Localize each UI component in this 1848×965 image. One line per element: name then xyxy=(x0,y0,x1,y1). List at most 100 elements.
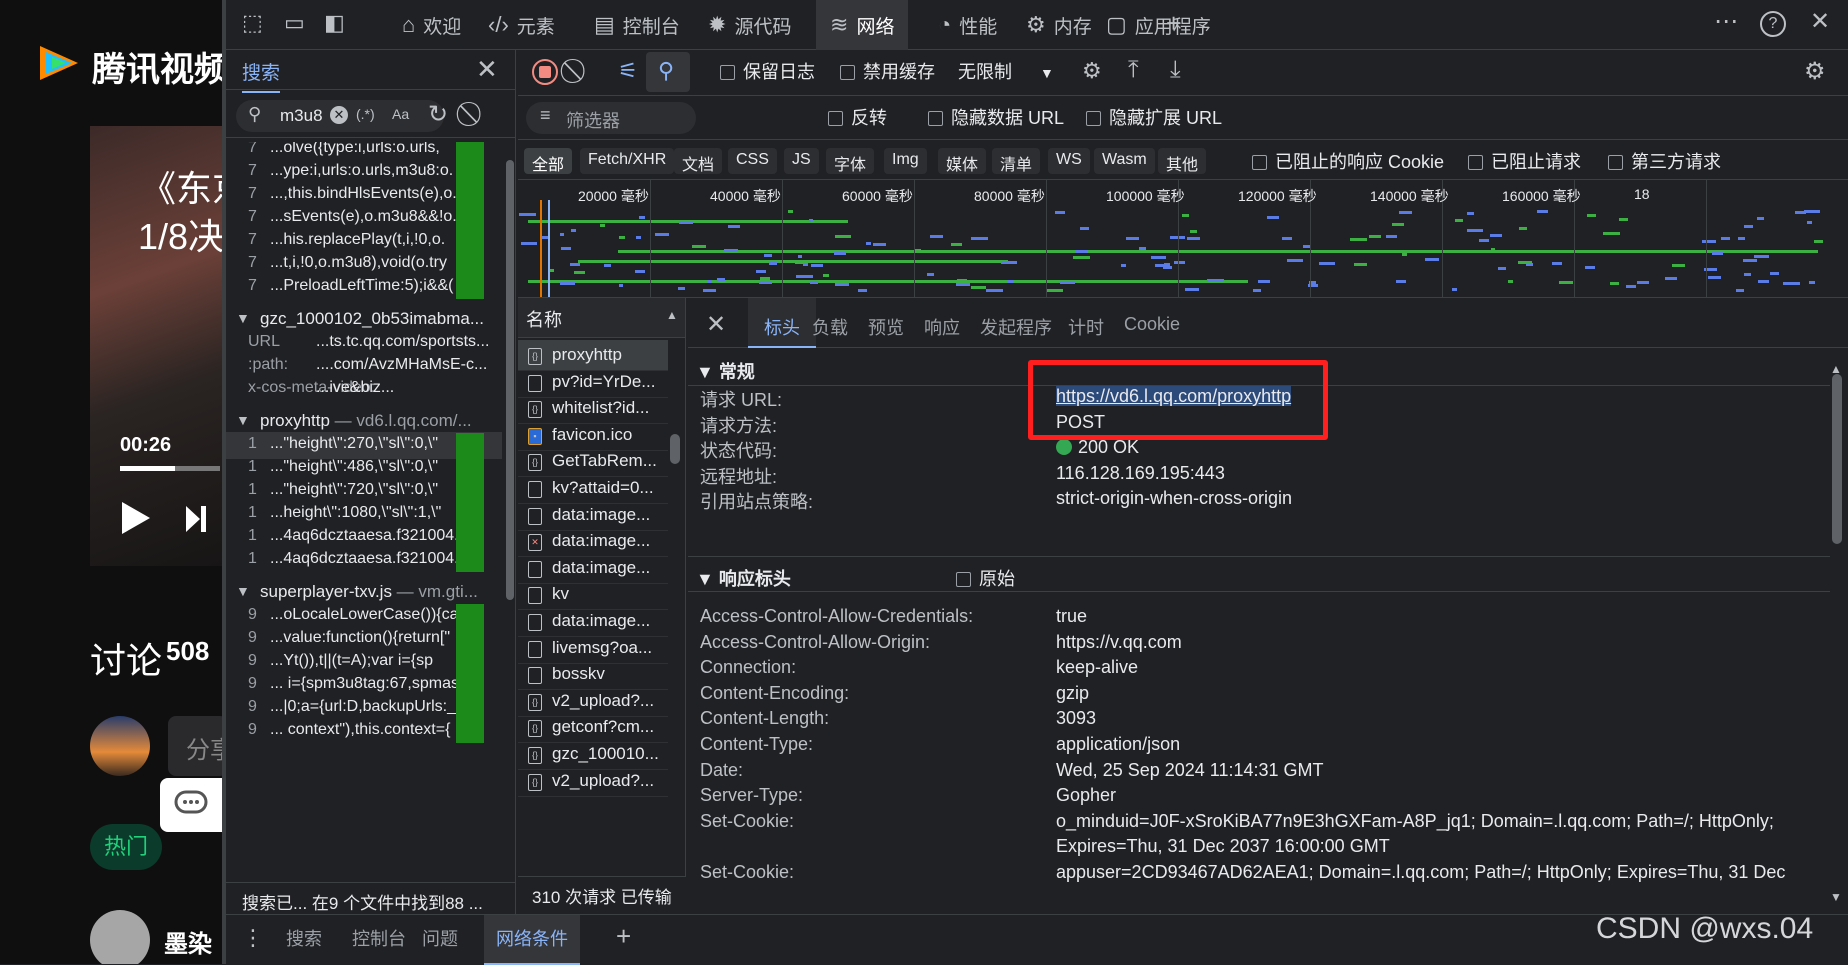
search-result-meta[interactable]: x-cos-meta-video: ...ive&biz... xyxy=(226,376,502,403)
overview-bar xyxy=(756,270,766,273)
blocked-requests-checkbox[interactable]: 已阻止请求 xyxy=(1468,148,1581,174)
clear-search-icon[interactable]: ✕ xyxy=(330,106,348,124)
hot-tab[interactable]: 热门 xyxy=(90,824,162,870)
search-tab[interactable]: 搜索 xyxy=(242,58,281,93)
type-filter-chip[interactable]: 全部 xyxy=(524,148,573,174)
network-filterbar: 筛选器 ≡ 反转 隐藏数据 URL 隐藏扩展 URL xyxy=(518,96,1848,140)
search-toggle-button[interactable]: ⚲ xyxy=(646,52,690,92)
details-tab[interactable]: Cookie xyxy=(1124,314,1180,335)
match-case-toggle[interactable]: Aa xyxy=(392,106,409,122)
drawer-tab[interactable]: 问题 xyxy=(422,925,458,951)
overview-bar xyxy=(1619,218,1628,221)
details-tab[interactable]: 计时 xyxy=(1068,314,1104,340)
network-toolbar: ⃠ ⚟ ⚲ 保留日志 禁用缓存 无限制▼ ⚙ ⤒ ⤓ ⚙ xyxy=(518,50,1848,96)
close-devtools-icon[interactable]: ✕ xyxy=(1810,10,1830,34)
raw-checkbox[interactable]: 原始 xyxy=(956,565,1015,591)
drawer-tab[interactable]: 网络条件 xyxy=(484,915,580,965)
tab-console[interactable]: ▤ 控制台 xyxy=(594,0,680,50)
avatar[interactable] xyxy=(90,910,150,964)
overview-bar xyxy=(811,264,823,267)
import-har-icon[interactable]: ⤒ xyxy=(1128,58,1139,82)
search-result-line[interactable]: 1 ...4aq6dcztaaesa.f321004.t xyxy=(226,547,502,574)
search-result-line[interactable]: 9 ... context"),this.context={ xyxy=(226,718,502,745)
type-filter-chip[interactable]: 字体 xyxy=(826,148,875,174)
type-filter-chip[interactable]: 其他 xyxy=(1158,148,1207,174)
filter-icon[interactable]: ⚟ xyxy=(618,60,638,82)
type-filter-chip[interactable]: WS xyxy=(1048,148,1090,174)
close-icon[interactable]: ✕ xyxy=(706,310,726,339)
document-icon xyxy=(528,614,542,631)
document-icon xyxy=(528,374,542,392)
tab-performance[interactable]: ◔ 性能 xyxy=(938,0,997,50)
dock-icon[interactable]: ◧ xyxy=(324,12,345,34)
add-tab-icon[interactable]: + xyxy=(616,923,631,949)
details-scrollbar[interactable] xyxy=(1832,374,1842,544)
third-party-checkbox[interactable]: 第三方请求 xyxy=(1608,148,1721,174)
hide-data-urls-checkbox[interactable]: 隐藏数据 URL xyxy=(928,104,1064,130)
preserve-log-checkbox[interactable]: 保留日志 xyxy=(720,58,815,84)
search-result-line[interactable]: 7 ...PreloadLeftTime:5);i&&( xyxy=(226,274,502,301)
drawer-tab[interactable]: 控制台 xyxy=(352,925,406,951)
overview-gridline xyxy=(1046,180,1047,297)
request-row[interactable]: {} v2_upload?... xyxy=(518,766,668,797)
match-highlight xyxy=(456,206,484,230)
more-icon[interactable]: ⋮ xyxy=(242,927,264,949)
search-results-scrollbar[interactable] xyxy=(506,160,514,600)
avatar[interactable] xyxy=(90,716,150,776)
overview-bar xyxy=(1139,247,1146,250)
scroll-down-icon[interactable]: ▼ xyxy=(1830,890,1842,904)
type-filter-chip[interactable]: 清单 xyxy=(992,148,1041,174)
sort-up-icon[interactable]: ▲ xyxy=(666,308,678,322)
overview-bar xyxy=(1354,263,1367,266)
blocked-cookies-checkbox[interactable]: 已阻止的响应 Cookie xyxy=(1252,148,1444,174)
request-list-scrollbar[interactable] xyxy=(670,434,680,464)
refresh-icon[interactable]: ↻ xyxy=(428,100,448,129)
export-har-icon[interactable]: ⤓ xyxy=(1170,58,1181,82)
network-overview[interactable]: 20000 毫秒 40000 毫秒 60000 毫秒 80000 毫秒 100000 毫… xyxy=(518,180,1848,298)
close-icon[interactable]: ✕ xyxy=(476,54,498,85)
play-icon[interactable] xyxy=(122,502,150,534)
tab-application[interactable]: ▢ 应用程序 xyxy=(1106,0,1211,50)
details-tab[interactable]: 负载 xyxy=(812,314,848,340)
type-filter-chip[interactable]: CSS xyxy=(728,148,777,174)
help-icon[interactable]: ? xyxy=(1760,11,1786,37)
overview-bar xyxy=(1350,238,1367,241)
tab-memory[interactable]: ⚙ 内存 xyxy=(1026,0,1092,50)
chat-icon[interactable] xyxy=(160,778,222,832)
drawer-tab[interactable]: 搜索 xyxy=(286,925,322,951)
scroll-up-icon[interactable]: ▲ xyxy=(1830,362,1842,376)
details-tab[interactable]: 发起程序 xyxy=(980,314,1052,340)
type-filter-chip[interactable]: Wasm xyxy=(1094,148,1155,174)
chevron-down-icon[interactable]: ▼ xyxy=(236,310,250,326)
network-conditions-icon[interactable]: ⚙ xyxy=(1082,60,1102,82)
hide-ext-urls-checkbox[interactable]: 隐藏扩展 URL xyxy=(1086,104,1222,130)
tab-code[interactable]: ‹/› 元素 xyxy=(488,0,555,50)
details-tab[interactable]: 预览 xyxy=(868,314,904,340)
type-filter-chip[interactable]: 媒体 xyxy=(938,148,987,174)
regex-toggle[interactable]: (.*) xyxy=(356,106,375,122)
next-icon[interactable] xyxy=(186,506,206,532)
tab-bug[interactable]: ✹ 源代码 xyxy=(708,0,791,50)
inspect-icon[interactable]: ⬚ xyxy=(242,12,263,34)
chevron-down-icon[interactable]: ▼ xyxy=(236,583,250,599)
invert-checkbox[interactable]: 反转 xyxy=(828,104,887,130)
settings-icon[interactable]: ⚙ xyxy=(1804,60,1826,84)
throttle-select[interactable]: 无限制 ▼ xyxy=(958,58,1054,84)
filter-input[interactable]: 筛选器 xyxy=(526,102,696,134)
share-input[interactable]: 分享 xyxy=(168,716,222,776)
type-filter-chip[interactable]: Fetch/XHR xyxy=(580,148,675,174)
tab-wifi[interactable]: ≋ 网络 xyxy=(816,0,909,50)
details-tab[interactable]: 响应 xyxy=(924,314,960,340)
disable-cache-checkbox[interactable]: 禁用缓存 xyxy=(840,58,935,84)
details-tab[interactable]: 标头 xyxy=(748,298,816,348)
overview-bar xyxy=(1721,237,1730,240)
response-headers-section-header[interactable]: ▼ 响应标头 原始 xyxy=(688,556,1830,592)
type-filter-chip[interactable]: 文档 xyxy=(674,148,723,174)
chevron-down-icon[interactable]: ▼ xyxy=(236,412,250,428)
device-toggle-icon[interactable]: ▭ xyxy=(284,12,305,34)
request-list-header[interactable]: 名称 ▲ xyxy=(518,298,685,338)
type-filter-chip[interactable]: Img xyxy=(884,148,927,174)
type-filter-chip[interactable]: JS xyxy=(784,148,819,174)
more-icon[interactable]: ⋯ xyxy=(1714,10,1738,34)
tab-home[interactable]: ⌂ 欢迎 xyxy=(402,0,461,50)
